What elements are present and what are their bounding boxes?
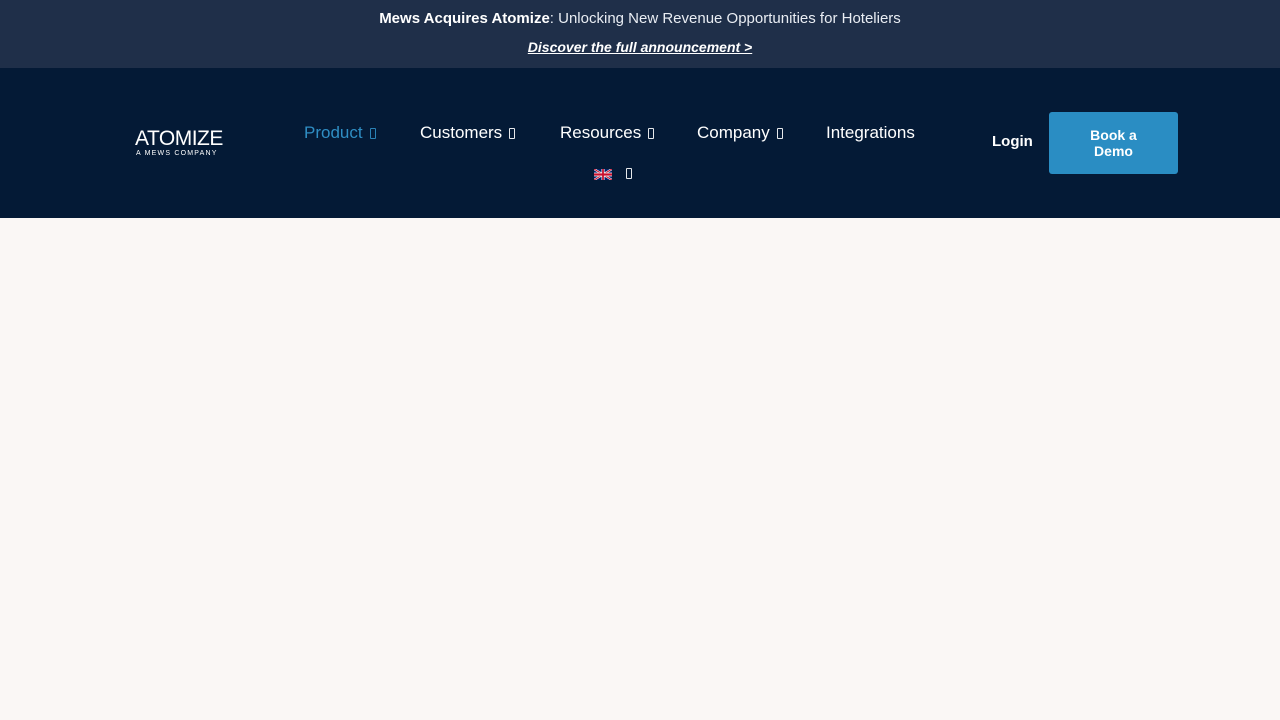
nav-item-label: Integrations — [826, 123, 915, 142]
chevron-down-icon — [626, 168, 632, 179]
announcement-headline-rest: : Unlocking New Revenue Opportunities fo… — [549, 10, 901, 27]
chevron-down-icon — [369, 128, 376, 139]
announcement-headline: Mews Acquires Atomize: Unlocking New Rev… — [0, 9, 1280, 28]
announcement-link-row: Discover the full announcement > — [0, 38, 1280, 57]
announcement-bar: Mews Acquires Atomize: Unlocking New Rev… — [0, 0, 1280, 68]
page-content-area — [0, 218, 1280, 720]
chevron-down-icon — [648, 128, 655, 139]
nav-item-label: Product — [304, 123, 363, 142]
logo-wordmark: ATOMIZE — [135, 127, 223, 150]
book-demo-button[interactable]: Book a Demo — [1049, 112, 1178, 174]
announcement-headline-strong: Mews Acquires Atomize — [379, 10, 550, 27]
logo-tagline: A MEWS COMPANY — [136, 150, 218, 157]
nav-item-label: Resources — [560, 123, 642, 142]
atomize-logo[interactable]: ATOMIZE A MEWS COMPANY — [135, 128, 235, 160]
announcement-link[interactable]: Discover the full announcement > — [528, 39, 752, 55]
language-switcher[interactable] — [594, 168, 634, 180]
nav-item-resources[interactable]: Resources — [560, 123, 655, 143]
nav-item-company[interactable]: Company — [697, 123, 783, 143]
nav-item-integrations[interactable]: Integrations — [826, 123, 915, 143]
chevron-down-icon — [509, 128, 516, 139]
book-demo-label: Book a Demo — [1090, 127, 1137, 159]
nav-item-customers[interactable]: Customers — [420, 123, 516, 143]
uk-flag-icon — [594, 169, 612, 180]
login-link[interactable]: Login — [992, 133, 1033, 151]
chevron-down-icon — [776, 128, 783, 139]
nav-item-label: Company — [697, 123, 770, 142]
nav-item-label: Customers — [420, 123, 503, 142]
main-navbar: ATOMIZE A MEWS COMPANY Product Customers… — [0, 68, 1280, 218]
nav-item-product[interactable]: Product — [304, 123, 376, 143]
